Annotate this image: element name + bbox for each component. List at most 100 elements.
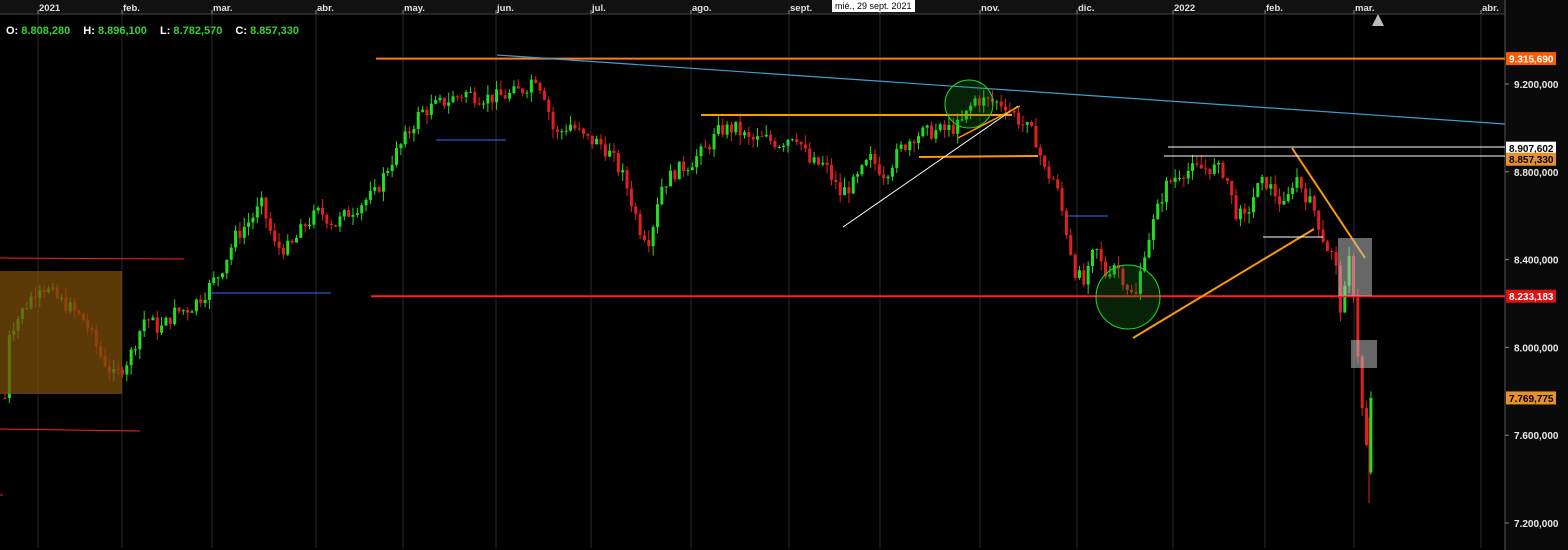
candle-body — [1151, 219, 1155, 240]
candle-body — [373, 187, 377, 191]
candle-body — [1191, 163, 1195, 171]
x-tick-label: abr. — [1482, 3, 1499, 14]
candle-body — [1051, 178, 1055, 180]
price-tag-label: 9.315,690 — [1509, 55, 1554, 66]
candle-body — [1160, 202, 1164, 204]
candle-body — [573, 124, 577, 129]
range-top-line — [0, 257, 185, 260]
candle-body — [1021, 124, 1025, 126]
candle-body — [1247, 212, 1251, 214]
alert-marker-icon — [1372, 14, 1384, 26]
candle-body — [1321, 229, 1325, 242]
candlestick-chart[interactable]: 2021feb.mar.abr.may.jun.jul.ago.sept.oct… — [0, 0, 1568, 550]
candle-body — [708, 146, 712, 150]
candle-body — [381, 172, 385, 192]
candle-body — [1230, 180, 1234, 196]
candle-body — [277, 241, 281, 248]
candle-body — [869, 153, 873, 160]
candle-body — [808, 148, 812, 163]
candle-body — [1199, 164, 1203, 169]
candle-body — [686, 170, 690, 172]
candle-body — [299, 224, 303, 238]
candle-body — [843, 187, 847, 196]
candle-body — [612, 150, 616, 153]
candle-body — [1269, 184, 1273, 189]
orange-rising-line — [1132, 228, 1315, 339]
candle-body — [703, 146, 707, 148]
candle-body — [712, 133, 716, 150]
candle-body — [1299, 177, 1303, 189]
candle-body — [1278, 196, 1282, 205]
candle-body — [699, 146, 703, 157]
x-tick-label: jul. — [591, 3, 606, 14]
candle-body — [925, 125, 929, 128]
candle-body — [434, 100, 438, 104]
candle-body — [1243, 208, 1247, 214]
high-value: 8.896,100 — [97, 25, 147, 37]
candle-body — [1212, 164, 1216, 174]
x-tick-label: feb. — [123, 3, 140, 14]
candle-body — [938, 124, 942, 131]
candle-body — [425, 109, 429, 115]
candle-body — [1234, 195, 1238, 220]
candle-body — [812, 157, 816, 163]
candle-body — [677, 161, 681, 180]
candle-body — [1330, 251, 1334, 253]
candle-body — [1291, 187, 1295, 194]
candle-body — [160, 325, 164, 333]
candle-body — [316, 207, 320, 211]
candle-body — [656, 204, 659, 228]
price-tag-label: 8.857,330 — [1509, 155, 1554, 166]
candle-body — [416, 111, 420, 130]
candle-body — [347, 210, 351, 217]
x-tick-label: mar. — [1355, 3, 1375, 14]
candle-body — [247, 222, 251, 227]
x-tick-label: jun. — [496, 3, 514, 14]
candle-body — [660, 186, 664, 205]
candle-body — [695, 156, 699, 168]
candle-body — [1147, 239, 1151, 258]
candle-body — [329, 223, 333, 226]
x-tick-label: feb. — [1266, 3, 1283, 14]
candle-body — [547, 99, 551, 112]
candle-body — [429, 103, 433, 115]
date-axis-bar — [0, 0, 1568, 14]
candle-body — [1260, 176, 1264, 184]
candle-body — [1304, 188, 1308, 203]
candle-body — [1077, 270, 1081, 279]
candle-body — [421, 109, 425, 112]
chart-area[interactable]: 2021feb.mar.abr.may.jun.jul.ago.sept.oct… — [0, 0, 1568, 550]
candle-body — [138, 331, 142, 350]
crosshair-date-label: mié., 29 sept. 2021 — [832, 0, 915, 12]
x-tick-label: abr. — [317, 3, 334, 14]
candle-body — [690, 167, 694, 171]
candle-body — [1217, 162, 1221, 165]
candle-body — [377, 187, 381, 192]
candle-body — [838, 181, 842, 196]
candle-body — [860, 165, 864, 175]
candle-body — [1173, 177, 1177, 182]
candle-body — [769, 134, 773, 141]
candle-body — [303, 224, 307, 227]
candle-body — [1025, 122, 1029, 125]
candle-body — [1308, 196, 1312, 203]
x-tick-label: sept. — [790, 3, 812, 14]
orange-support — [918, 155, 1039, 158]
candle-body — [442, 97, 446, 106]
candle-body — [729, 124, 733, 133]
candle-body — [816, 157, 820, 165]
y-tick-label: 8.000,000 — [1514, 343, 1559, 354]
candle-body — [308, 224, 311, 227]
candle-body — [603, 144, 607, 157]
candle-body — [155, 317, 159, 333]
candle-body — [495, 89, 499, 103]
candle-body — [621, 170, 625, 173]
candle-body — [947, 124, 951, 131]
candle-body — [338, 216, 342, 227]
candle-body — [903, 144, 907, 151]
candle-body — [1295, 177, 1299, 188]
candle-body — [490, 94, 494, 103]
candle-body — [725, 124, 729, 135]
candle-body — [164, 317, 168, 326]
candle-body — [1178, 177, 1181, 179]
